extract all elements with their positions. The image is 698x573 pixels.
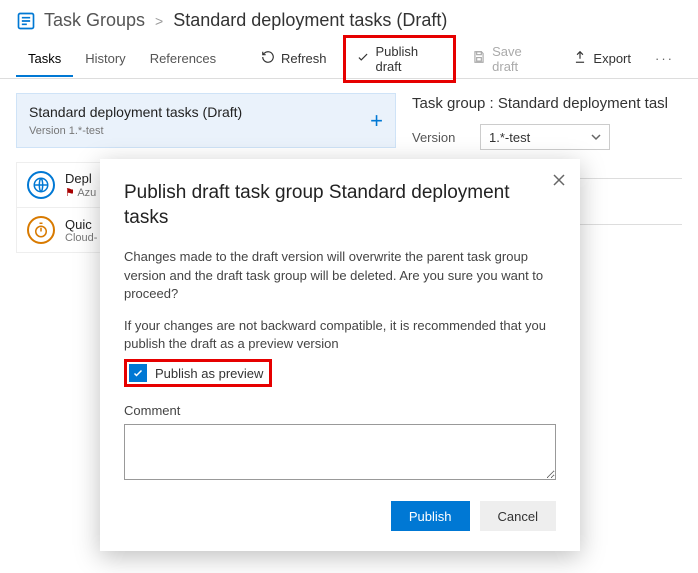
comment-input[interactable] — [124, 424, 556, 480]
dialog-title: Publish draft task group Standard deploy… — [124, 181, 556, 230]
dialog-body-2: If your changes are not backward compati… — [124, 317, 556, 353]
close-icon — [552, 173, 566, 187]
task-title: Depl — [65, 171, 96, 186]
details-title: Task group : Standard deployment tasl — [412, 95, 682, 112]
export-icon — [573, 50, 587, 67]
publish-draft-label: Publish draft — [376, 44, 444, 74]
save-draft-button: Save draft — [462, 38, 557, 80]
taskgroup-icon — [16, 11, 36, 31]
more-button[interactable]: ··· — [647, 45, 682, 72]
publish-dialog: Publish draft task group Standard deploy… — [100, 159, 580, 551]
publish-as-preview-checkbox[interactable]: Publish as preview — [124, 359, 272, 387]
version-field: Version 1.*-test — [412, 124, 682, 150]
version-label: Version — [412, 130, 468, 145]
publish-button[interactable]: Publish — [391, 501, 470, 531]
check-icon — [356, 50, 370, 67]
dialog-body-1: Changes made to the draft version will o… — [124, 248, 556, 303]
breadcrumb: Task Groups > Standard deployment tasks … — [0, 0, 698, 33]
task-subtitle: Azu — [77, 187, 96, 199]
refresh-label: Refresh — [281, 51, 327, 66]
globe-icon — [27, 171, 55, 199]
publish-draft-button[interactable]: Publish draft — [343, 35, 457, 83]
add-task-button[interactable]: + — [370, 108, 383, 134]
taskgroup-header[interactable]: Standard deployment tasks (Draft) Versio… — [16, 93, 396, 148]
version-select[interactable]: 1.*-test — [480, 124, 610, 150]
stopwatch-icon — [27, 216, 55, 244]
task-subtitle: Cloud- — [65, 232, 97, 244]
chevron-down-icon — [591, 130, 601, 145]
cancel-button[interactable]: Cancel — [480, 501, 556, 531]
task-title: Quic — [65, 217, 97, 232]
save-icon — [472, 50, 486, 67]
taskgroup-title: Standard deployment tasks (Draft) — [29, 104, 242, 120]
refresh-icon — [261, 50, 275, 67]
version-value: 1.*-test — [489, 130, 530, 145]
close-button[interactable] — [552, 173, 566, 190]
export-label: Export — [593, 51, 631, 66]
save-draft-label: Save draft — [492, 44, 547, 74]
tab-tasks[interactable]: Tasks — [16, 41, 73, 77]
breadcrumb-current: Standard deployment tasks (Draft) — [173, 10, 447, 31]
checkbox-checked-icon — [129, 364, 147, 382]
refresh-button[interactable]: Refresh — [251, 44, 337, 73]
comment-label: Comment — [124, 403, 556, 418]
tab-history[interactable]: History — [73, 41, 137, 77]
tab-references[interactable]: References — [138, 41, 228, 77]
tabbar: Tasks History References Refresh Publish… — [0, 39, 698, 79]
breadcrumb-root[interactable]: Task Groups — [44, 10, 145, 31]
chevron-right-icon: > — [153, 13, 165, 29]
checkbox-label: Publish as preview — [155, 366, 263, 381]
export-button[interactable]: Export — [563, 44, 641, 73]
taskgroup-version: Version 1.*-test — [29, 125, 104, 137]
